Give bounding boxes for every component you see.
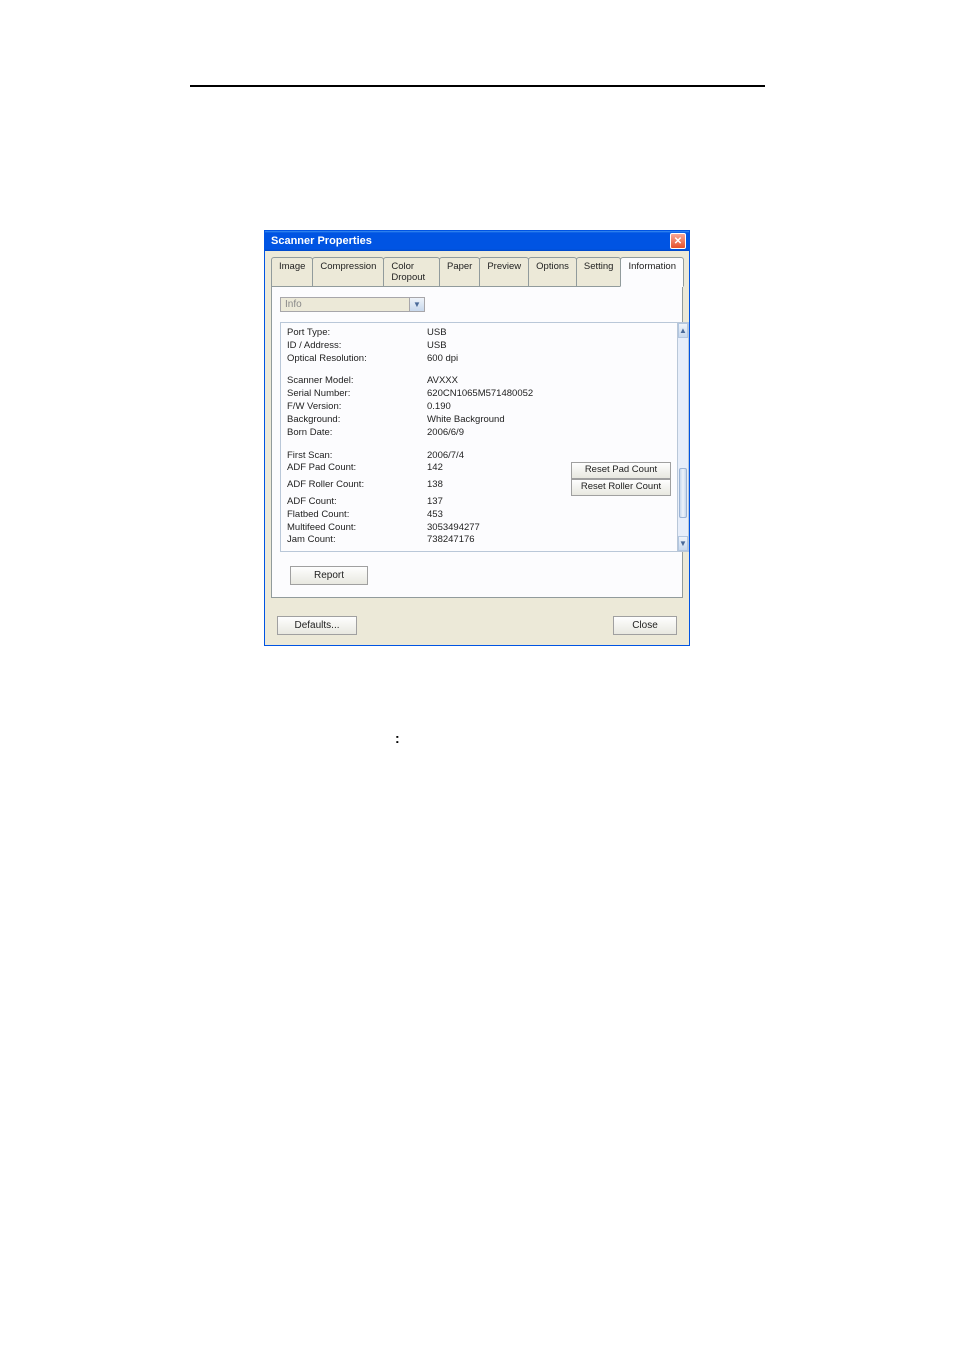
label-multifeed: Multifeed Count bbox=[287, 522, 427, 535]
label-scanner-model: Scanner Model bbox=[287, 375, 427, 388]
value-optical-res: 600 dpi bbox=[427, 353, 567, 366]
value-adf-count: 137 bbox=[427, 496, 567, 509]
info-list: Port TypeUSB ID / AddressUSB Optical Res… bbox=[280, 322, 677, 552]
label-adf-pad: ADF Pad Count bbox=[287, 462, 427, 475]
page-rule bbox=[190, 85, 765, 87]
defaults-button[interactable]: Defaults... bbox=[277, 616, 357, 635]
value-first-scan: 2006/7/4 bbox=[427, 450, 567, 463]
dropdown-value: Info bbox=[280, 297, 410, 312]
tab-paper[interactable]: Paper bbox=[439, 257, 480, 286]
info-area: Port TypeUSB ID / AddressUSB Optical Res… bbox=[280, 322, 674, 552]
reset-roller-count-button[interactable]: Reset Roller Count bbox=[571, 479, 671, 496]
reset-pad-count-button[interactable]: Reset Pad Count bbox=[571, 462, 671, 479]
value-id-address: USB bbox=[427, 340, 567, 353]
label-fw-version: F/W Version bbox=[287, 401, 427, 414]
label-background: Background bbox=[287, 414, 427, 427]
tab-options[interactable]: Options bbox=[528, 257, 577, 286]
window-title: Scanner Properties bbox=[271, 235, 670, 247]
tab-image[interactable]: Image bbox=[271, 257, 313, 286]
value-serial: 620CN1065M571480052 bbox=[427, 388, 567, 401]
tab-color-dropout[interactable]: Color Dropout bbox=[383, 257, 440, 286]
info-dropdown[interactable]: Info ▼ bbox=[280, 297, 674, 312]
value-fw-version: 0.190 bbox=[427, 401, 567, 414]
scroll-up-icon[interactable]: ▲ bbox=[678, 323, 688, 338]
titlebar: Scanner Properties ✕ bbox=[265, 231, 689, 251]
value-multifeed: 3053494277 bbox=[427, 522, 567, 535]
bottom-bar: Defaults... Close bbox=[265, 604, 689, 645]
value-flatbed: 453 bbox=[427, 509, 567, 522]
label-adf-roller: ADF Roller Count bbox=[287, 479, 427, 492]
label-optical-res: Optical Resolution bbox=[287, 353, 427, 366]
information-panel: Info ▼ Port TypeUSB ID / AddressUSB Opti… bbox=[271, 286, 683, 598]
value-born-date: 2006/6/9 bbox=[427, 427, 567, 440]
label-first-scan: First Scan bbox=[287, 450, 427, 463]
tab-setting[interactable]: Setting bbox=[576, 257, 622, 286]
scroll-thumb[interactable] bbox=[679, 468, 687, 518]
label-jam: Jam Count bbox=[287, 534, 427, 547]
value-port-type: USB bbox=[427, 327, 567, 340]
scroll-track[interactable] bbox=[678, 338, 688, 536]
value-adf-roller: 138 bbox=[427, 479, 567, 492]
label-born-date: Born Date bbox=[287, 427, 427, 440]
value-scanner-model: AVXXX bbox=[427, 375, 567, 388]
tab-compression[interactable]: Compression bbox=[312, 257, 384, 286]
scrollbar[interactable]: ▲ ▼ bbox=[677, 322, 689, 552]
value-jam: 738247176 bbox=[427, 534, 567, 547]
label-flatbed: Flatbed Count bbox=[287, 509, 427, 522]
label-port-type: Port Type bbox=[287, 327, 427, 340]
tabstrip: Image Compression Color Dropout Paper Pr… bbox=[265, 251, 689, 286]
scanner-properties-window: Scanner Properties ✕ Image Compression C… bbox=[264, 230, 690, 646]
close-button[interactable]: Close bbox=[613, 616, 677, 635]
close-icon[interactable]: ✕ bbox=[670, 233, 686, 249]
scroll-down-icon[interactable]: ▼ bbox=[678, 536, 688, 551]
tab-preview[interactable]: Preview bbox=[479, 257, 529, 286]
page-decoration: : bbox=[395, 730, 400, 746]
value-adf-pad: 142 bbox=[427, 462, 567, 475]
value-background: White Background bbox=[427, 414, 567, 427]
tab-information[interactable]: Information bbox=[620, 257, 684, 287]
label-adf-count: ADF Count bbox=[287, 496, 427, 509]
report-button[interactable]: Report bbox=[290, 566, 368, 585]
chevron-down-icon[interactable]: ▼ bbox=[410, 297, 425, 312]
label-serial: Serial Number bbox=[287, 388, 427, 401]
label-id-address: ID / Address bbox=[287, 340, 427, 353]
